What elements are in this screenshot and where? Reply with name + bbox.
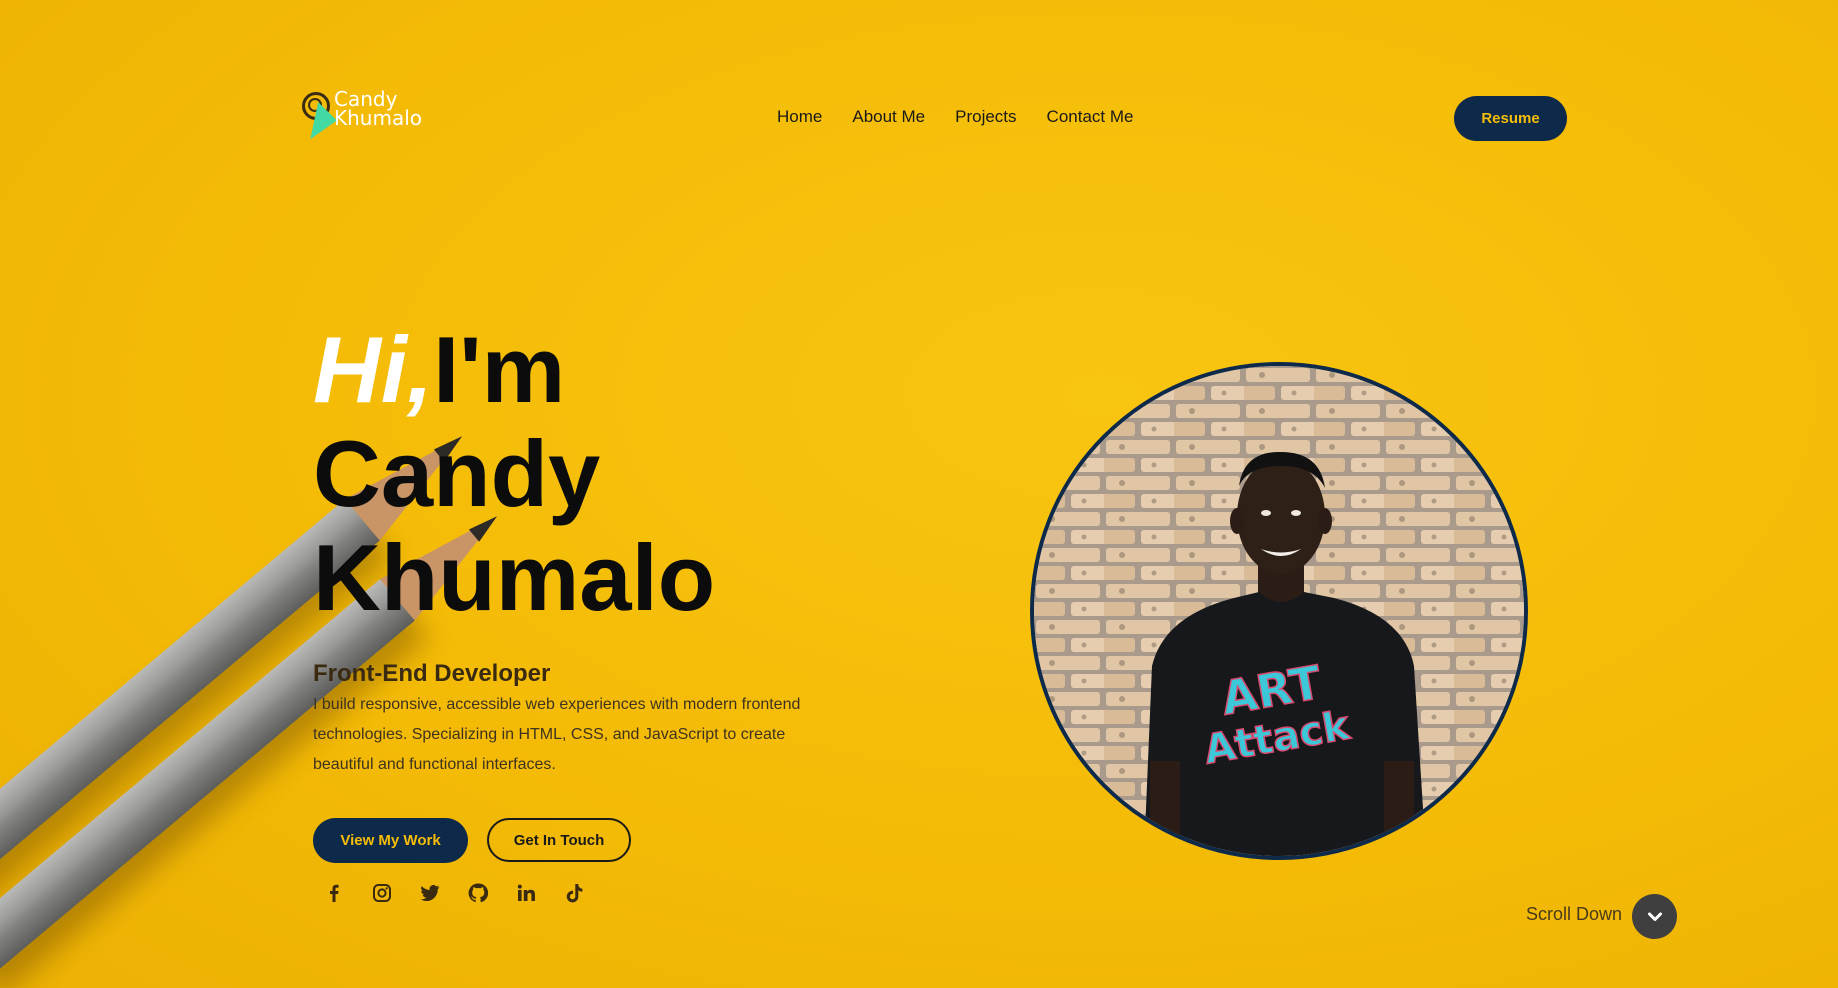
nav-about-me[interactable]: About Me [852,107,925,127]
logo-text: Candy Khumalo [334,89,422,130]
linkedin-icon[interactable] [515,882,537,904]
role-title: Front-End Developer [313,660,551,687]
hero-first-name: Candy [313,421,601,526]
facebook-icon[interactable] [323,882,345,904]
greeting-hi: Hi, [313,317,434,422]
hero-description: I build responsive, accessible web exper… [313,696,801,773]
twitter-icon[interactable] [419,882,441,904]
resume-button[interactable]: Resume [1454,96,1567,141]
greeting-im: I'm [433,317,566,422]
profile-photo: ART Attack [1030,362,1528,860]
get-in-touch-button[interactable]: Get In Touch [487,818,631,862]
hero-last-name: Khumalo [313,525,716,630]
scroll-down-label: Scroll Down [1526,904,1623,924]
logo-text-line2: Khumalo [334,106,422,130]
scroll-down-button[interactable] [1632,894,1677,939]
instagram-icon[interactable] [371,882,393,904]
hero-heading: Hi,I'm Candy Khumalo [313,318,715,630]
chevron-down-icon [1647,912,1662,921]
social-links [323,882,585,904]
nav-projects[interactable]: Projects [955,107,1016,127]
github-icon[interactable] [467,882,489,904]
main-nav: Home About Me Projects Contact Me [777,107,1133,127]
tiktok-icon[interactable] [563,882,585,904]
nav-contact-me[interactable]: Contact Me [1047,107,1134,127]
nav-home[interactable]: Home [777,107,822,127]
background [0,0,1838,988]
view-my-work-button[interactable]: View My Work [313,818,468,863]
site-logo[interactable]: Candy Khumalo [300,88,430,154]
